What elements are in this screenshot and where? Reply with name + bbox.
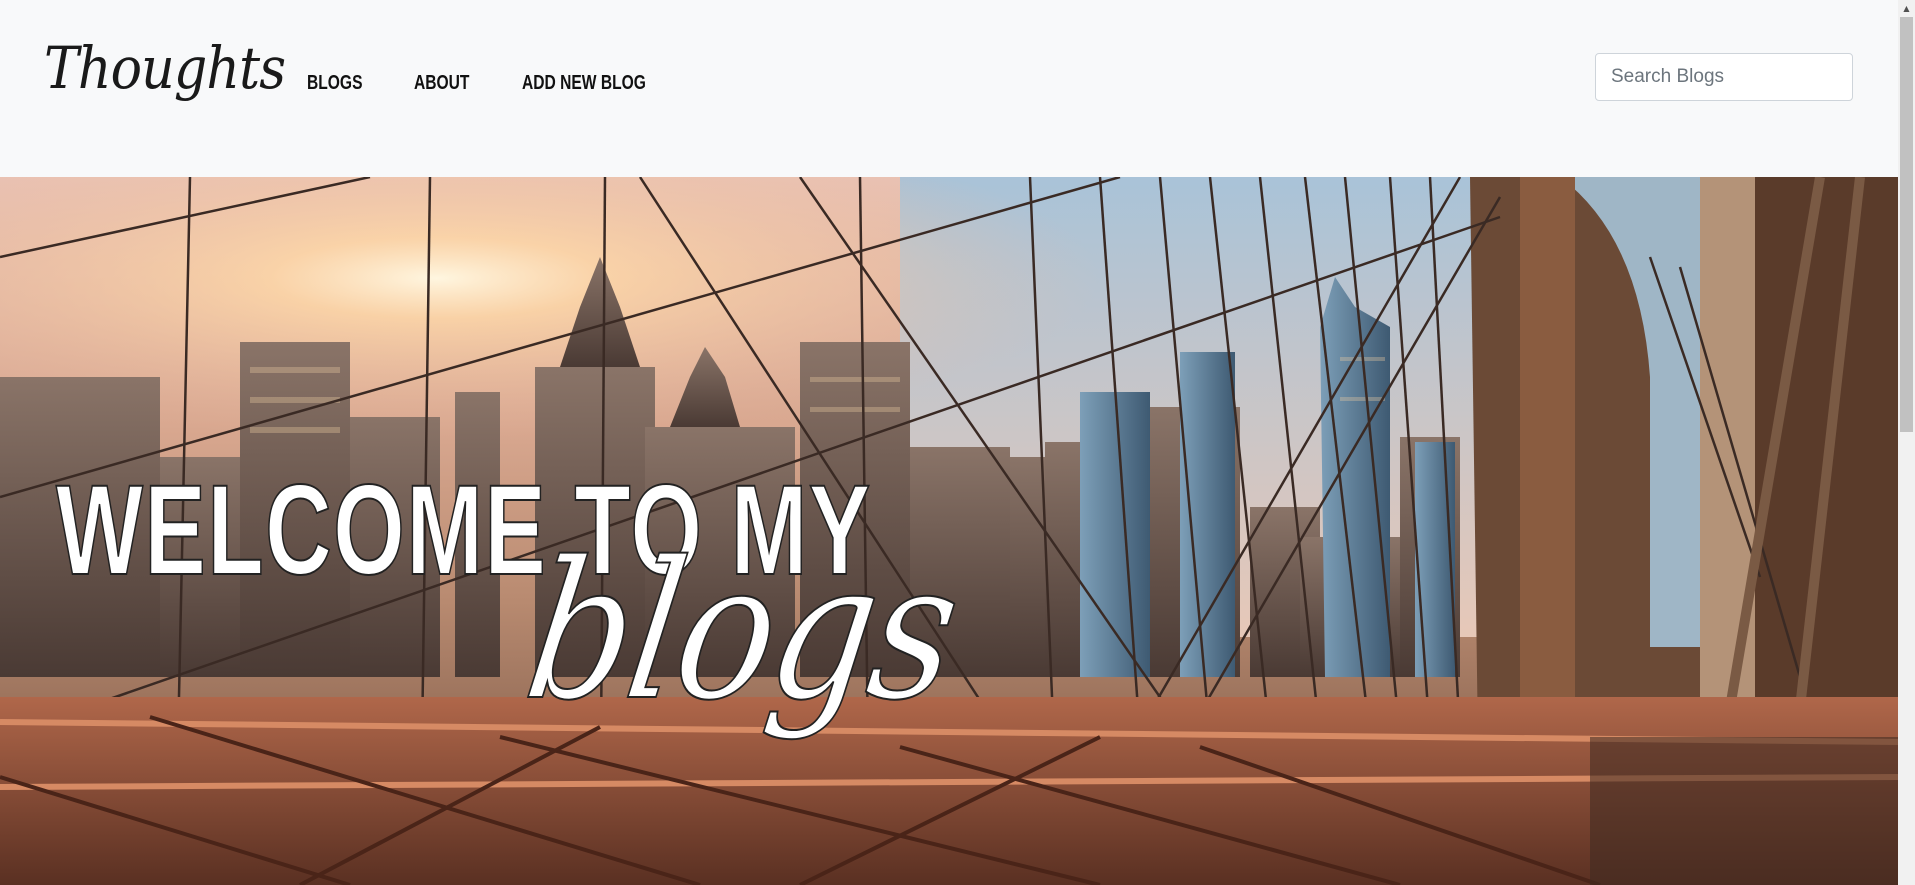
nav-link-blogs[interactable]: Blogs: [307, 72, 390, 95]
page: Thoughts Blogs About Add New Blog: [0, 0, 1915, 885]
scrollbar-thumb[interactable]: [1900, 17, 1913, 432]
nav-link-add-new-blog[interactable]: Add New Blog: [522, 72, 646, 95]
search-input[interactable]: [1595, 53, 1853, 101]
nav-links: Blogs About Add New Blog: [307, 72, 662, 95]
nav-link-about[interactable]: About: [414, 72, 498, 95]
hero-subtitle: blogs: [513, 520, 970, 743]
chevron-up-icon[interactable]: ▲: [1898, 0, 1915, 17]
page-scrollbar[interactable]: ▲: [1898, 0, 1915, 885]
brand-logo[interactable]: Thoughts: [44, 34, 286, 102]
hero-banner: WELCOME TO MY blogs: [0, 177, 1898, 885]
navbar: Thoughts Blogs About Add New Blog: [0, 0, 1898, 177]
